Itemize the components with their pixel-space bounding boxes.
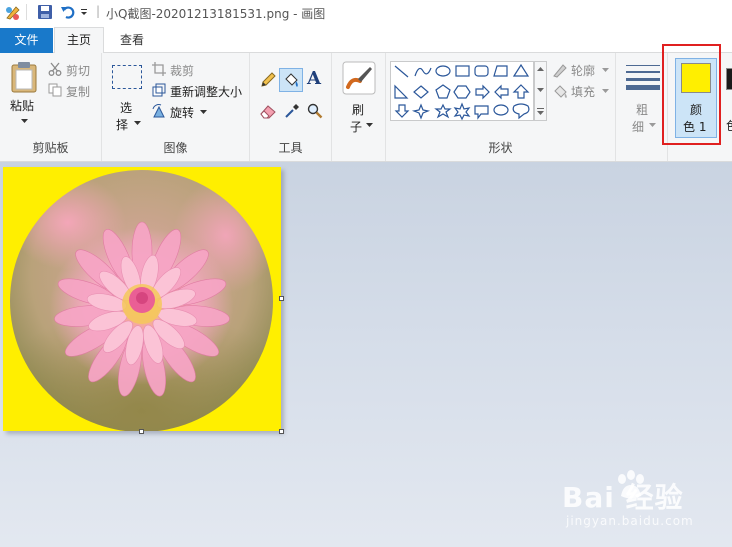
eraser-icon[interactable]	[259, 103, 277, 119]
outline-button[interactable]: 轮廓	[552, 61, 614, 79]
copy-label: 复制	[66, 85, 91, 99]
fill-label: 填充	[571, 85, 596, 99]
magnifier-icon[interactable]	[307, 103, 323, 119]
rotate-label: 旋转	[170, 106, 195, 120]
fill-button[interactable]: 填充	[552, 82, 614, 100]
crop-label: 裁剪	[170, 64, 195, 78]
save-icon[interactable]	[37, 4, 53, 20]
watermark-url: jingyan.baidu.com	[566, 514, 694, 528]
size-label-2: 细	[632, 120, 645, 134]
clipboard-group: 粘贴 剪切 复制 剪贴板	[0, 53, 102, 161]
gallery-expand-icon[interactable]	[537, 108, 544, 116]
resize-label: 重新调整大小	[170, 85, 243, 99]
tab-view[interactable]: 查看	[107, 28, 157, 53]
scissors-icon	[48, 62, 62, 76]
paint-bucket-icon	[285, 73, 298, 87]
line-size-icon	[626, 65, 660, 90]
select-dropdown-icon	[134, 121, 141, 125]
dahlia-flower-graphic	[54, 221, 230, 397]
gallery-down-icon[interactable]	[537, 88, 544, 93]
paste-dropdown-icon	[21, 119, 28, 123]
resize-handle-corner[interactable]	[279, 429, 284, 434]
brushes-label-2: 子	[350, 120, 363, 134]
select-label-1: 选	[120, 101, 133, 115]
brushes-label-1: 刷	[352, 103, 365, 117]
rotate-icon	[152, 104, 165, 118]
fill-dropdown-icon	[602, 89, 609, 93]
size-group: 粗 细	[616, 53, 668, 161]
watermark-brand: Bai 经验	[562, 481, 684, 514]
resize-icon	[152, 83, 166, 97]
select-button[interactable]: 选 择	[108, 61, 144, 133]
size-label-1: 粗	[636, 103, 649, 117]
resize-handle-bottom[interactable]	[139, 429, 144, 434]
fill-tool-button[interactable]	[279, 68, 303, 92]
tab-home[interactable]: 主页	[54, 27, 104, 54]
pencil-icon[interactable]	[259, 71, 277, 89]
tools-group-label: 工具	[278, 141, 303, 155]
copy-icon	[48, 83, 62, 97]
menu-tabs: 文件 主页 查看	[0, 26, 732, 54]
title-separator: |	[96, 4, 101, 18]
baidu-watermark: Bai 经验 jingyan.baidu.com	[558, 470, 728, 532]
image-group-label: 图像	[163, 141, 188, 155]
shapes-group: 轮廓 填充 形状	[386, 53, 616, 161]
shapes-gallery-icons	[394, 63, 530, 121]
color2-label: 色	[726, 117, 732, 134]
gallery-up-icon[interactable]	[537, 67, 544, 72]
select-icon	[112, 65, 142, 89]
cut-button[interactable]: 剪切	[48, 61, 100, 79]
title-bar: | 小Q截图-20201213181531.png - 画图	[0, 0, 732, 26]
color2-swatch	[726, 68, 732, 90]
paint-app-icon[interactable]	[4, 4, 22, 22]
resize-button[interactable]: 重新调整大小	[152, 82, 248, 100]
size-button[interactable]: 粗 细	[622, 59, 662, 135]
tab-file[interactable]: 文件	[0, 28, 53, 53]
brushes-button[interactable]: 刷 子	[338, 59, 380, 135]
clipboard-group-label: 剪贴板	[32, 141, 69, 155]
fill-icon	[554, 85, 567, 98]
crop-button[interactable]: 裁剪	[152, 61, 232, 79]
crop-icon	[152, 62, 166, 76]
select-label-2: 择	[116, 118, 129, 132]
image-canvas[interactable]	[3, 167, 281, 431]
paste-button[interactable]: 粘贴	[4, 59, 44, 131]
color2-button[interactable]: 色	[724, 58, 732, 138]
ribbon: 粘贴 剪切 复制 剪贴板 选 择 裁剪 重新调整大小 旋转 图像 A 工具 刷 …	[0, 53, 732, 162]
tools-group: A 工具	[250, 53, 332, 161]
copy-button[interactable]: 复制	[48, 82, 100, 100]
color-picker-icon[interactable]	[284, 103, 300, 119]
text-tool-icon[interactable]: A	[307, 68, 321, 89]
outline-icon	[553, 64, 567, 78]
shapes-group-label: 形状	[488, 141, 513, 155]
outline-dropdown-icon	[602, 68, 609, 72]
customize-toolbar-icon[interactable]	[80, 9, 88, 17]
titlebar-divider	[26, 4, 27, 20]
clipboard-icon	[11, 62, 37, 93]
resize-handle-right[interactable]	[279, 296, 284, 301]
brushes-dropdown-icon	[366, 123, 373, 127]
outline-label: 轮廓	[571, 64, 596, 78]
shapes-gallery-scroller[interactable]	[534, 61, 547, 121]
color1-highlight-box	[662, 44, 721, 145]
dahlia-photo	[10, 170, 273, 431]
rotate-dropdown-icon	[200, 110, 207, 114]
cut-label: 剪切	[66, 64, 91, 78]
paste-label: 粘贴	[10, 99, 35, 113]
undo-icon[interactable]	[60, 4, 76, 20]
brushes-group: 刷 子	[332, 53, 386, 161]
window-title: 小Q截图-20201213181531.png - 画图	[106, 7, 326, 21]
rotate-button[interactable]: 旋转	[152, 103, 222, 121]
shapes-gallery	[390, 61, 534, 121]
image-group: 选 择 裁剪 重新调整大小 旋转 图像	[102, 53, 250, 161]
brush-icon	[342, 61, 376, 95]
size-dropdown-icon	[649, 123, 656, 127]
